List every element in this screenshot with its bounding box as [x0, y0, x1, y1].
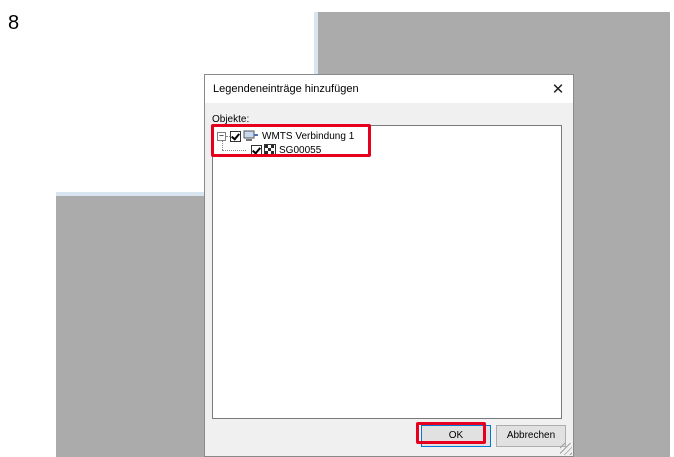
close-icon[interactable]: ✕: [547, 78, 569, 100]
dialog-titlebar: Legendeneinträge hinzufügen ✕: [205, 75, 573, 103]
cancel-button[interactable]: Abbrechen: [496, 425, 566, 447]
resize-grip[interactable]: [560, 443, 572, 455]
ok-highlight-box: [416, 422, 486, 444]
tree-highlight-box: [211, 124, 371, 157]
dialog-title: Legendeneinträge hinzufügen: [213, 83, 359, 95]
step-number: 8: [8, 12, 20, 34]
objects-tree[interactable]: − WMTS Verbindung 1 SG00055: [212, 125, 562, 419]
